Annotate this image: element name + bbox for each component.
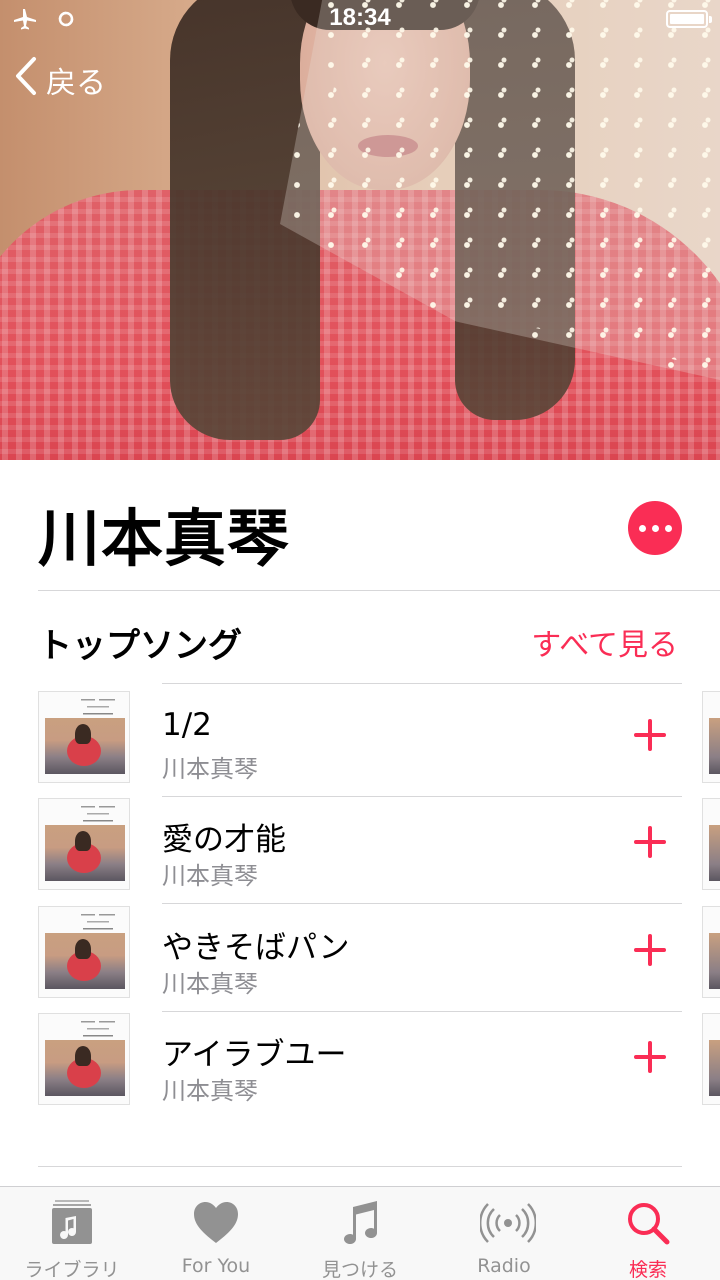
album-art (38, 906, 130, 998)
song-row[interactable]: 1/2 川本真琴 (38, 691, 682, 797)
song-artist: 川本真琴 (162, 755, 258, 783)
album-art (38, 1013, 130, 1105)
song-title: 愛の才能 (162, 822, 286, 858)
artist-hero-image (0, 0, 720, 460)
tab-label: 見つける (321, 1259, 398, 1280)
add-icon[interactable] (634, 719, 666, 751)
add-icon[interactable] (634, 934, 666, 966)
song-title: アイラブユー (162, 1037, 347, 1073)
song-row[interactable]: やきそばパン 川本真琴 (38, 906, 682, 1012)
search-icon (624, 1199, 672, 1247)
battery-icon (666, 10, 712, 28)
top-songs-title: トップソング (38, 626, 242, 666)
song-title: やきそばパン (162, 930, 350, 966)
song-artist: 川本真琴 (162, 862, 258, 890)
tab-for-you[interactable]: For You (144, 1187, 288, 1280)
add-icon[interactable] (634, 826, 666, 858)
radio-icon (478, 1199, 538, 1247)
more-options-button[interactable] (628, 501, 682, 555)
row-divider (162, 796, 682, 797)
tab-label: For You (181, 1255, 251, 1277)
next-page-album-art[interactable] (702, 906, 720, 998)
back-button[interactable]: 戻る (14, 56, 106, 104)
tab-library[interactable]: ライブラリ (0, 1187, 144, 1280)
tab-label: ライブラリ (24, 1259, 120, 1280)
ellipsis-icon (638, 524, 646, 532)
status-bar: 18:34 (0, 0, 720, 40)
song-row[interactable]: 愛の才能 川本真琴 (38, 798, 682, 904)
song-artist: 川本真琴 (162, 970, 258, 998)
status-time: 18:34 (329, 4, 391, 31)
chevron-left-icon (14, 56, 46, 104)
row-divider (162, 903, 682, 904)
row-divider (162, 1011, 682, 1012)
music-note-icon (336, 1199, 384, 1247)
next-page-album-art[interactable] (702, 1013, 720, 1105)
artist-screen: 18:34 戻る 川本真琴 トップソング すべて見る 1/2 川本真琴 愛の才能… (0, 0, 720, 1280)
see-all-link[interactable]: すべて見る (531, 620, 678, 664)
back-label: 戻る (46, 66, 106, 101)
section-bottom-divider (38, 1166, 682, 1167)
tab-search[interactable]: 検索 (576, 1187, 720, 1280)
list-top-divider (162, 683, 682, 684)
tab-bar: ライブラリ For You 見つける Radio 検索 (0, 1186, 720, 1280)
song-title: 1/2 (162, 707, 212, 743)
header-divider (38, 590, 720, 591)
next-page-album-art[interactable] (702, 798, 720, 890)
next-page-album-art[interactable] (702, 691, 720, 783)
artist-name: 川本真琴 (38, 502, 291, 575)
album-art (38, 798, 130, 890)
song-row[interactable]: アイラブユー 川本真琴 (38, 1013, 682, 1107)
add-icon[interactable] (634, 1041, 666, 1073)
tab-radio[interactable]: Radio (432, 1187, 576, 1280)
library-icon (48, 1199, 96, 1247)
tab-label: 検索 (628, 1259, 667, 1280)
song-artist: 川本真琴 (162, 1077, 258, 1105)
heart-icon (192, 1199, 240, 1247)
album-art (38, 691, 130, 783)
tab-browse[interactable]: 見つける (288, 1187, 432, 1280)
tab-label: Radio (477, 1255, 531, 1277)
